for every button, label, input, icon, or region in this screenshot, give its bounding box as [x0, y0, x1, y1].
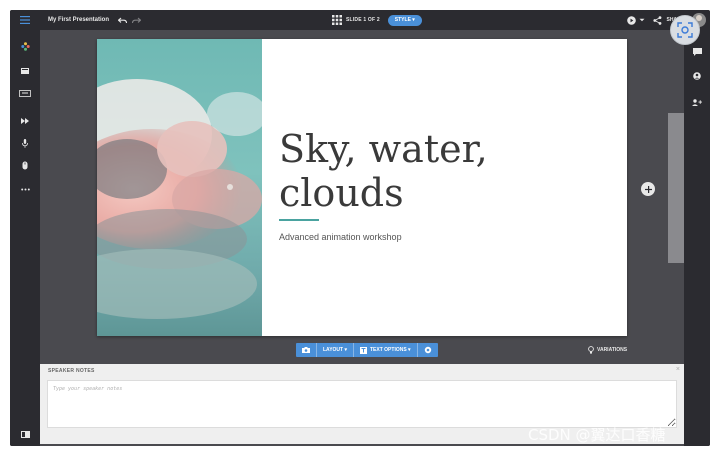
present-button[interactable]	[627, 15, 645, 25]
variations-label: VARIATIONS	[597, 347, 628, 353]
share-icon	[653, 15, 662, 25]
camera-icon	[302, 347, 310, 353]
capture-icon	[677, 22, 693, 38]
mouse-icon	[22, 161, 28, 169]
speaker-notes-input[interactable]	[47, 380, 677, 428]
cloud-photo	[97, 39, 262, 336]
watermark: CSDN @翼达口香糖	[528, 426, 666, 444]
menu-icon	[20, 16, 30, 24]
microphone-icon	[22, 138, 28, 148]
slide-navigation: SLIDE 1 OF 2 STYLE ▾	[332, 10, 422, 30]
undo-button[interactable]	[115, 10, 129, 30]
caption-icon	[19, 89, 31, 97]
sidebar-item-profile[interactable]	[684, 68, 710, 84]
slide-toolbar: LAYOUT ▾ TEXT OPTIONS ▾	[296, 343, 438, 357]
speaker-notes-header: SPEAKER NOTES	[48, 368, 95, 374]
sidebar-item-animation[interactable]	[10, 113, 40, 129]
comment-icon	[692, 48, 702, 56]
sidebar-item-interactions[interactable]	[10, 157, 40, 173]
close-icon[interactable]: ×	[676, 366, 680, 373]
vertical-scrollbar[interactable]	[668, 113, 684, 263]
slide-counter: SLIDE 1 OF 2	[346, 17, 380, 23]
play-icon	[627, 15, 637, 25]
right-sidebar	[684, 30, 710, 446]
presentation-title[interactable]: My First Presentation	[48, 17, 109, 23]
redo-button[interactable]	[129, 10, 143, 30]
grid-view-icon[interactable]	[332, 15, 342, 25]
slide-cloud-image[interactable]	[97, 39, 262, 336]
text-options-label: TEXT OPTIONS ▾	[370, 347, 411, 353]
app-window: My First Presentation SLIDE 1 OF 2 STYLE…	[10, 10, 710, 446]
title-divider	[279, 219, 319, 221]
layout-button[interactable]: LAYOUT ▾	[317, 343, 353, 357]
user-icon	[693, 72, 701, 80]
camera-button[interactable]	[296, 343, 316, 357]
gear-icon	[424, 346, 431, 354]
sidebar-item-collaborators[interactable]	[684, 94, 710, 110]
settings-button[interactable]	[418, 343, 438, 357]
plus-icon	[644, 185, 652, 193]
more-icon	[20, 188, 30, 190]
text-icon	[360, 346, 367, 354]
slide-canvas[interactable]: Sky, water, clouds Advanced animation wo…	[97, 39, 627, 336]
presenter-view-button[interactable]	[18, 428, 32, 440]
top-bar: My First Presentation SLIDE 1 OF 2 STYLE…	[10, 10, 710, 30]
text-options-button[interactable]: TEXT OPTIONS ▾	[354, 343, 417, 357]
add-slide-button[interactable]	[641, 182, 655, 196]
sidebar-item-more[interactable]	[10, 181, 40, 197]
sidebar-item-audio[interactable]	[10, 135, 40, 151]
sidebar-item-captions[interactable]	[10, 85, 40, 101]
screen-capture-button[interactable]	[670, 15, 700, 45]
undo-icon	[117, 17, 127, 23]
slides-icon	[21, 68, 29, 74]
left-sidebar	[10, 30, 40, 446]
variations-button[interactable]: VARIATIONS	[588, 346, 627, 354]
slide-text-area: Sky, water, clouds Advanced animation wo…	[262, 39, 627, 336]
sidebar-item-design[interactable]	[10, 38, 40, 54]
color-palette-icon	[20, 41, 30, 51]
redo-icon	[131, 17, 141, 23]
presenter-icon	[20, 430, 30, 438]
sidebar-item-comments[interactable]	[684, 44, 710, 60]
slide-title[interactable]: Sky, water, clouds	[279, 127, 599, 215]
style-button[interactable]: STYLE ▾	[387, 14, 422, 26]
add-user-icon	[692, 98, 702, 106]
forward-icon	[21, 118, 29, 124]
chevron-down-icon	[639, 18, 645, 22]
lightbulb-icon	[588, 346, 594, 354]
slide-subtitle[interactable]: Advanced animation workshop	[279, 232, 402, 242]
hamburger-menu-button[interactable]	[10, 10, 40, 30]
sidebar-item-slides[interactable]	[10, 63, 40, 79]
